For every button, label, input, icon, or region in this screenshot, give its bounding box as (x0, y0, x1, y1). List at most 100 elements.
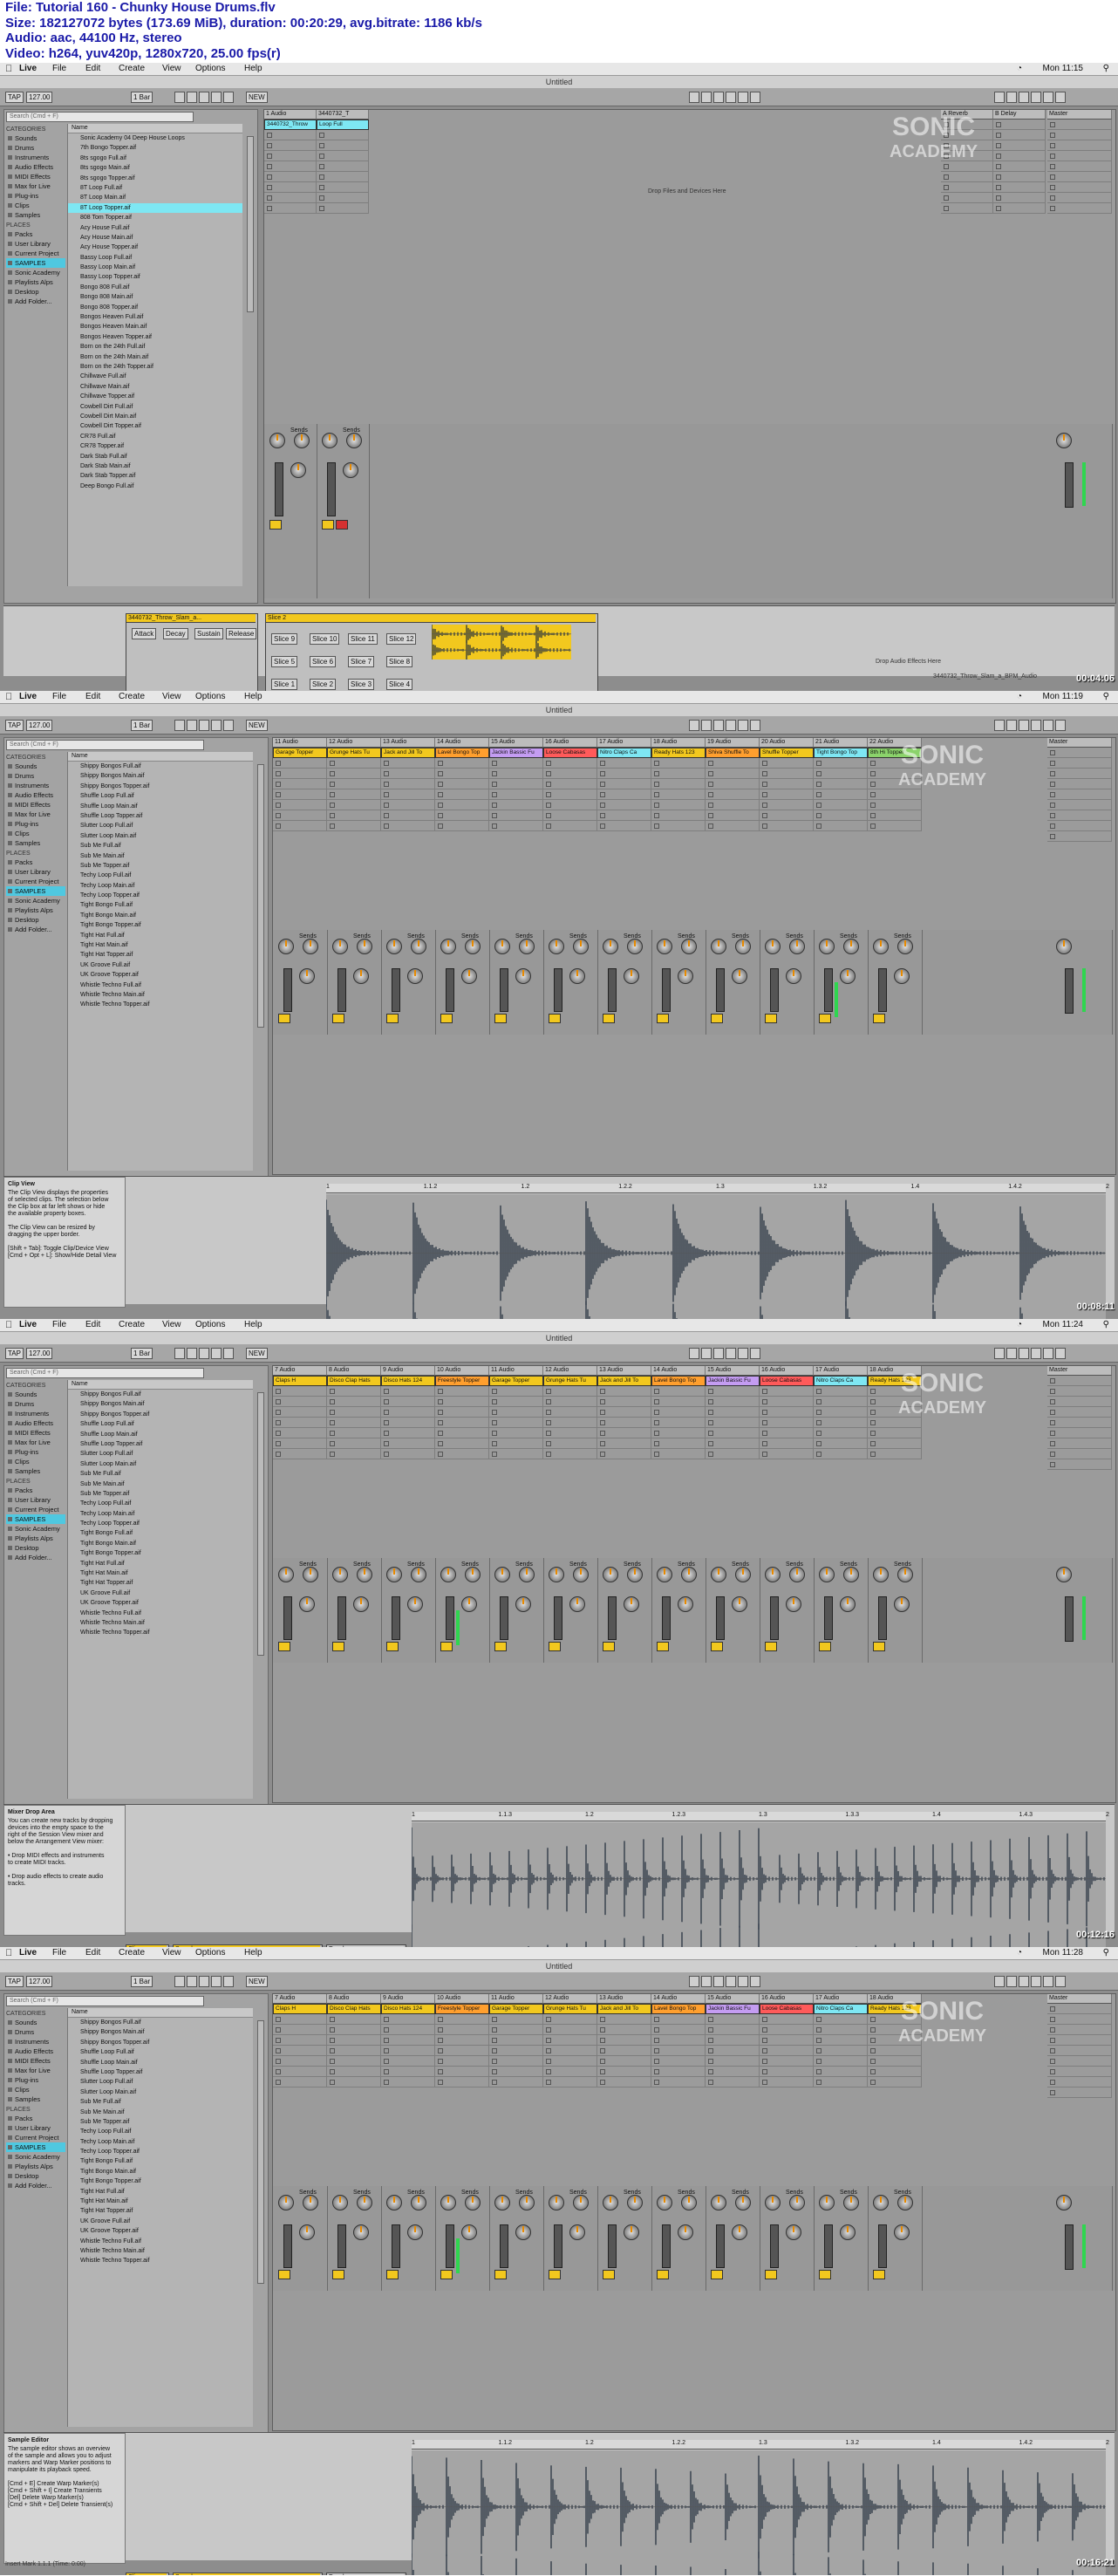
clip-slot-empty[interactable] (317, 130, 369, 140)
clip-slot-empty[interactable] (317, 182, 369, 193)
places-item[interactable]: SAMPLES (6, 258, 65, 268)
clip-slot-empty[interactable] (381, 1428, 435, 1438)
clip-slot-empty[interactable] (381, 1407, 435, 1418)
clip-slot-empty[interactable] (597, 1449, 651, 1459)
scene-slot[interactable] (1047, 2087, 1112, 2098)
file-item[interactable]: Tight Bongo Full.aif (68, 1528, 253, 1538)
file-item[interactable]: Shuffle Loop Full.aif (68, 791, 253, 801)
menu-live[interactable]: Live (19, 691, 37, 703)
transport-button[interactable] (174, 1976, 185, 1987)
pan-knob[interactable] (678, 1596, 693, 1612)
search-input[interactable]: Search (Cmd + F) (6, 1996, 204, 2006)
clip-slot-empty[interactable] (597, 2035, 651, 2046)
clip-slot-empty[interactable] (760, 821, 814, 831)
clip-slot-empty[interactable] (327, 2025, 381, 2035)
clip-slot-empty[interactable] (543, 800, 597, 810)
category-item[interactable]: Drums (6, 143, 65, 153)
clip-slot-empty[interactable] (489, 810, 543, 821)
scene-slot[interactable] (1047, 779, 1112, 789)
track-header[interactable]: 19 Audio (706, 738, 760, 748)
places-item[interactable]: User Library (6, 867, 65, 877)
clip-slot-empty[interactable] (317, 161, 369, 172)
places-item[interactable]: Playlists Alps (6, 1534, 65, 1543)
clip-slot-empty[interactable] (381, 1418, 435, 1428)
slice-pad[interactable]: Slice 12 (386, 633, 417, 645)
send-a-knob[interactable] (819, 939, 835, 954)
pos-field[interactable] (738, 720, 748, 731)
volume-fader[interactable] (337, 968, 346, 1012)
clip-slot-empty[interactable] (327, 2035, 381, 2046)
pos-field[interactable] (713, 720, 724, 731)
send-a-knob[interactable] (549, 1567, 564, 1582)
pos-field[interactable] (701, 720, 712, 731)
clip-slot-empty[interactable] (760, 2046, 814, 2056)
category-item[interactable]: MIDI Effects (6, 1428, 65, 1438)
clip-slot-empty[interactable] (489, 1438, 543, 1449)
ctrl-toggle[interactable] (1031, 92, 1041, 103)
category-item[interactable]: Samples (6, 210, 65, 220)
track-header[interactable]: 18 Audio (651, 738, 706, 748)
send-a-knob[interactable] (873, 2195, 889, 2210)
send-b-knob[interactable] (411, 939, 426, 954)
send-b-knob[interactable] (789, 939, 805, 954)
scene-slot[interactable] (1047, 130, 1112, 140)
file-item[interactable]: Tight Bongo Topper.aif (68, 1548, 253, 1558)
volume-fader[interactable] (824, 968, 833, 1012)
track-header[interactable]: 8 Audio (327, 1994, 381, 2004)
send-a-knob[interactable] (278, 1567, 294, 1582)
send-a-knob[interactable] (873, 939, 889, 954)
clip-slot-empty[interactable] (273, 2077, 327, 2087)
pan-knob[interactable] (299, 2224, 315, 2240)
send-b-knob[interactable] (681, 1567, 697, 1582)
scene-slot[interactable] (1047, 769, 1112, 779)
send-b-knob[interactable] (411, 1567, 426, 1582)
transport-button[interactable] (187, 1348, 197, 1359)
clip-slot-empty[interactable] (760, 1407, 814, 1418)
solo-button[interactable] (603, 1642, 615, 1651)
clip-slot-empty[interactable] (543, 2035, 597, 2046)
volume-fader[interactable] (327, 462, 336, 516)
places-item[interactable]: Add Folder... (6, 2181, 65, 2190)
pos-field[interactable] (750, 720, 760, 731)
clip-slot-empty[interactable] (489, 2067, 543, 2077)
clip-slot-empty[interactable] (327, 1407, 381, 1418)
menu-view[interactable]: View (162, 1319, 181, 1331)
solo-button[interactable] (386, 1014, 399, 1023)
master-header[interactable]: Master (1047, 1366, 1112, 1376)
ctrl-toggle[interactable] (1055, 92, 1066, 103)
pan-knob[interactable] (840, 1596, 856, 1612)
file-item[interactable]: Techy Loop Full.aif (68, 871, 253, 880)
solo-button[interactable] (603, 1014, 615, 1023)
send-a-knob[interactable] (711, 1567, 726, 1582)
file-item[interactable]: Whistle Techno Topper.aif (68, 1000, 253, 1009)
pan-knob[interactable] (840, 2224, 856, 2240)
clip-slot-empty[interactable] (814, 1386, 868, 1397)
clip-slot-empty[interactable] (651, 2046, 706, 2056)
clip-slot-empty[interactable] (706, 779, 760, 789)
send-a-knob[interactable] (819, 2195, 835, 2210)
pos-field[interactable] (738, 1976, 748, 1987)
clip-slot-empty[interactable] (651, 810, 706, 821)
clip-slot-empty[interactable] (706, 2056, 760, 2067)
clip-slot-empty[interactable] (706, 1386, 760, 1397)
file-item[interactable]: Chillwave Main.aif (68, 382, 242, 392)
pos-field[interactable] (750, 92, 760, 103)
pos-field[interactable] (689, 92, 699, 103)
slice-pad[interactable]: Slice 6 (310, 656, 337, 667)
places-item[interactable]: Packs (6, 1486, 65, 1495)
category-item[interactable]: Samples (6, 838, 65, 848)
master-fader[interactable] (1065, 2224, 1074, 2270)
file-item[interactable]: Acy House Full.aif (68, 223, 242, 233)
clip-slot-filled[interactable]: Lavel Bongo Top (651, 1376, 706, 1386)
send-b-knob[interactable] (789, 2195, 805, 2210)
master-volume-knob[interactable] (1056, 939, 1072, 954)
send-b-knob[interactable] (897, 2195, 913, 2210)
clip-slot-empty[interactable] (381, 789, 435, 800)
menu-live[interactable]: Live (19, 1947, 37, 1959)
volume-fader[interactable] (770, 1596, 779, 1640)
clip-slot-empty[interactable] (651, 1449, 706, 1459)
send-a-knob[interactable] (603, 939, 618, 954)
file-item[interactable]: Tight Bongo Topper.aif (68, 2176, 253, 2186)
clip-slot-empty[interactable] (706, 810, 760, 821)
clip-slot-empty[interactable] (993, 161, 1046, 172)
